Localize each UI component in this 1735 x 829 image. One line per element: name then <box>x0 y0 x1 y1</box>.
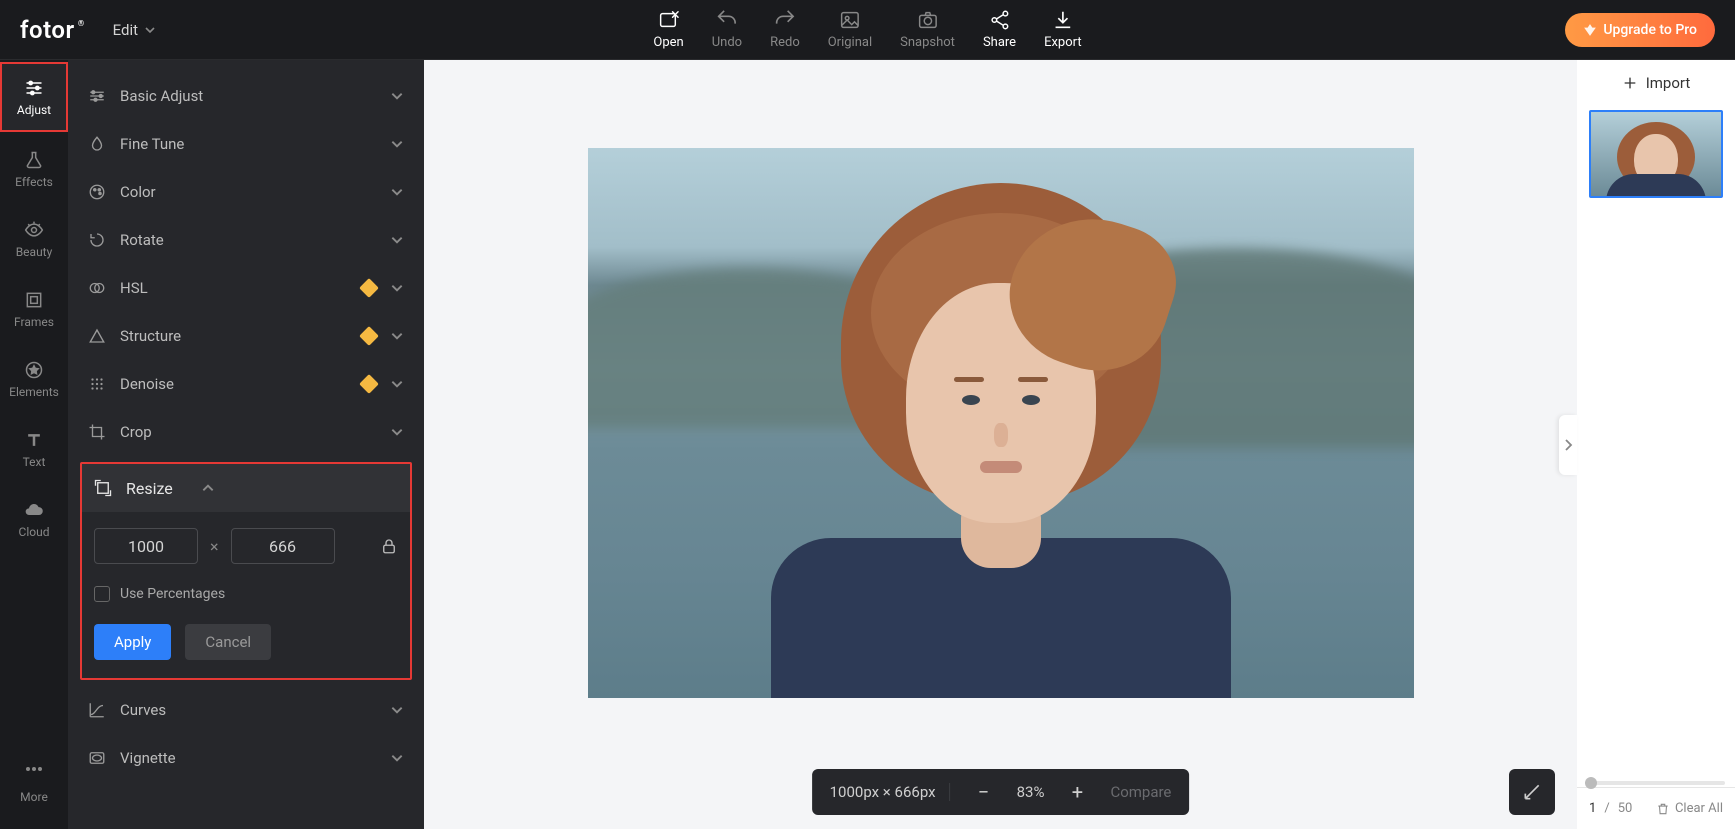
triangle-icon <box>88 327 106 345</box>
cancel-button[interactable]: Cancel <box>185 624 271 660</box>
grid-dots-icon <box>88 375 106 393</box>
clear-all-button[interactable]: Clear All <box>1656 801 1723 816</box>
dimension-separator: × <box>210 537 219 556</box>
panel-fine-tune[interactable]: Fine Tune <box>68 120 424 168</box>
crop-icon <box>88 423 106 441</box>
canvas-status-bar: 1000px × 666px − 83% + Compare <box>812 769 1190 815</box>
image-count: 1 <box>1589 801 1596 816</box>
zoom-in-button[interactable]: + <box>1064 779 1090 805</box>
panel-denoise[interactable]: Denoise <box>68 360 424 408</box>
chevron-down-icon <box>390 233 404 247</box>
thumbnail-scrollbar[interactable] <box>1587 781 1725 785</box>
use-percentages-checkbox[interactable]: Use Percentages <box>94 586 398 602</box>
cloud-icon <box>24 500 44 520</box>
open-button[interactable]: Open <box>653 9 683 50</box>
width-input[interactable] <box>94 528 198 564</box>
chevron-up-icon <box>201 481 215 495</box>
panel-structure[interactable]: Structure <box>68 312 424 360</box>
share-button[interactable]: Share <box>983 9 1016 50</box>
undo-button[interactable]: Undo <box>712 9 742 50</box>
flask-icon <box>24 150 44 170</box>
panel-basic-adjust[interactable]: Basic Adjust <box>68 72 424 120</box>
rail-effects[interactable]: Effects <box>0 134 68 204</box>
export-button[interactable]: Export <box>1044 9 1082 50</box>
download-icon <box>1052 9 1074 31</box>
import-button[interactable]: Import <box>1577 60 1735 106</box>
edit-menu[interactable]: Edit <box>113 21 156 39</box>
chevron-down-icon <box>390 281 404 295</box>
resize-icon <box>94 479 112 497</box>
panel-crop[interactable]: Crop <box>68 408 424 456</box>
panel-color[interactable]: Color <box>68 168 424 216</box>
open-icon <box>658 9 680 31</box>
chevron-down-icon <box>390 137 404 151</box>
chevron-down-icon <box>390 89 404 103</box>
canvas-image[interactable] <box>588 148 1414 698</box>
panel-vignette[interactable]: Vignette <box>68 734 424 782</box>
premium-icon <box>359 326 379 346</box>
rotate-icon <box>88 231 106 249</box>
chevron-down-icon <box>390 751 404 765</box>
trash-icon <box>1656 802 1670 816</box>
rail-frames[interactable]: Frames <box>0 274 68 344</box>
zoom-out-button[interactable]: − <box>971 779 997 805</box>
vignette-icon <box>88 749 106 767</box>
fit-screen-button[interactable] <box>1509 769 1555 815</box>
chevron-down-icon <box>390 329 404 343</box>
compare-button[interactable]: Compare <box>1110 783 1171 801</box>
lock-icon[interactable] <box>380 537 398 555</box>
diamond-icon <box>1583 23 1597 37</box>
panel-resize: Resize × Use Percentages Apply Cancel <box>80 462 412 680</box>
rail-more[interactable]: More <box>0 749 68 819</box>
canvas-dimensions: 1000px × 666px <box>830 783 951 801</box>
rail-cloud[interactable]: Cloud <box>0 484 68 554</box>
canvas-area[interactable]: 1000px × 666px − 83% + Compare <box>424 60 1577 829</box>
drop-icon <box>88 135 106 153</box>
eye-icon <box>24 220 44 240</box>
more-icon <box>24 765 44 785</box>
zoom-level: 83% <box>1017 783 1045 801</box>
undo-icon <box>716 9 738 31</box>
snapshot-button[interactable]: Snapshot <box>900 9 955 50</box>
rail-adjust[interactable]: Adjust <box>0 62 68 132</box>
app-logo: fotor® <box>20 16 85 44</box>
checkbox-icon <box>94 586 110 602</box>
apply-button[interactable]: Apply <box>94 624 171 660</box>
rail-elements[interactable]: Elements <box>0 344 68 414</box>
redo-icon <box>774 9 796 31</box>
hsl-icon <box>88 279 106 297</box>
panel-hsl[interactable]: HSL <box>68 264 424 312</box>
chevron-down-icon <box>390 377 404 391</box>
panel-rotate[interactable]: Rotate <box>68 216 424 264</box>
sliders-icon <box>88 87 106 105</box>
upgrade-button[interactable]: Upgrade to Pro <box>1565 13 1715 47</box>
palette-icon <box>88 183 106 201</box>
camera-icon <box>917 9 939 31</box>
chevron-down-icon <box>144 24 156 36</box>
frame-icon <box>24 290 44 310</box>
image-icon <box>839 9 861 31</box>
premium-icon <box>359 374 379 394</box>
premium-icon <box>359 278 379 298</box>
curves-icon <box>88 701 106 719</box>
original-button[interactable]: Original <box>828 9 872 50</box>
collapse-panel-button[interactable] <box>1559 415 1577 475</box>
plus-icon <box>1622 75 1638 91</box>
share-icon <box>989 9 1011 31</box>
thumbnail[interactable] <box>1589 110 1723 198</box>
chevron-down-icon <box>390 185 404 199</box>
rail-text[interactable]: Text <box>0 414 68 484</box>
star-icon <box>24 360 44 380</box>
text-icon <box>24 430 44 450</box>
sliders-icon <box>24 78 44 98</box>
resize-header[interactable]: Resize <box>82 464 410 512</box>
chevron-down-icon <box>390 425 404 439</box>
height-input[interactable] <box>231 528 335 564</box>
chevron-down-icon <box>390 703 404 717</box>
rail-beauty[interactable]: Beauty <box>0 204 68 274</box>
right-panel: Import 1 / 50 Clear All <box>1577 60 1735 829</box>
panel-curves[interactable]: Curves <box>68 686 424 734</box>
redo-button[interactable]: Redo <box>770 9 800 50</box>
